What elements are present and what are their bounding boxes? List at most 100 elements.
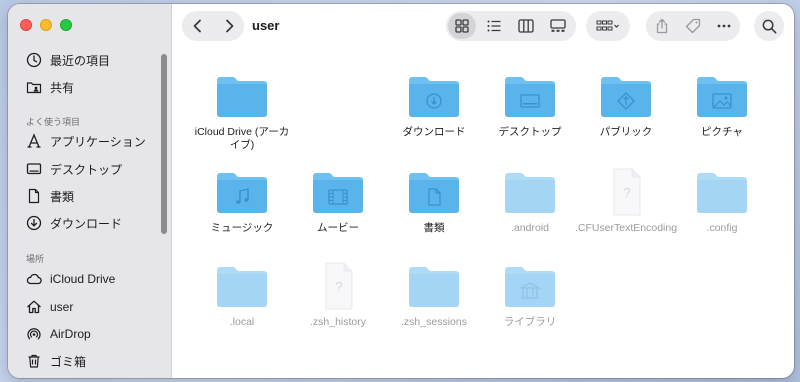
list-view-button[interactable] [478, 11, 510, 41]
folder-icon [308, 166, 368, 218]
file-grid: iCloud Drive (アーカイブ) ダウンロード デスクトップ パブリック… [172, 48, 794, 378]
folder-item[interactable]: iCloud Drive (アーカイブ) [194, 70, 290, 152]
folder-item[interactable]: ムービー [290, 166, 386, 235]
folder-icon [692, 70, 752, 122]
sidebar-item-shared[interactable]: 共有 [26, 76, 162, 98]
folder-item[interactable]: .local [194, 260, 290, 329]
group-icon [596, 20, 619, 31]
item-label: パブリック [599, 126, 653, 138]
shared-folder-icon [26, 82, 42, 94]
folder-icon [500, 70, 560, 122]
chevron-right-icon [225, 19, 233, 33]
folder-icon [500, 260, 560, 312]
ellipsis-icon [717, 24, 730, 28]
more-button[interactable] [708, 11, 739, 41]
folder-item[interactable]: ライブラリ [482, 260, 578, 329]
item-label: 書類 [423, 222, 445, 234]
folder-icon [404, 70, 464, 122]
item-label: ムービー [317, 222, 359, 234]
sidebar: 最近の項目 共有 よく使う項目 アプリケーション デスクトップ 書類 ダウンロー… [8, 4, 172, 378]
sidebar-item-label: iCloud Drive [50, 272, 116, 286]
item-label: デスクトップ [498, 126, 562, 138]
sidebar-item-applications[interactable]: アプリケーション [26, 130, 162, 152]
item-label: .zsh_history [309, 316, 367, 328]
sidebar-item-label: ダウンロード [50, 216, 123, 231]
sidebar-item-user[interactable]: user [26, 296, 162, 318]
action-buttons [646, 11, 740, 41]
tag-icon [685, 18, 700, 34]
share-button[interactable] [646, 11, 677, 41]
columns-icon [518, 19, 534, 33]
folder-item[interactable]: ピクチャ [674, 70, 770, 139]
file-icon: ? [596, 166, 656, 218]
sidebar-item-label: ゴミ箱 [50, 354, 87, 369]
home-icon [27, 300, 41, 314]
sidebar-item-icloud-drive[interactable]: iCloud Drive [26, 268, 162, 290]
list-icon [487, 20, 501, 32]
folder-item[interactable]: デスクトップ [482, 70, 578, 139]
sidebar-item-documents[interactable]: 書類 [26, 185, 162, 207]
item-label: .local [229, 316, 255, 328]
sidebar-item-recents[interactable]: 最近の項目 [26, 49, 162, 71]
grid-icon [455, 19, 469, 33]
sidebar-item-label: AirDrop [50, 327, 91, 341]
forward-button[interactable] [213, 11, 244, 41]
icon-view-button[interactable] [448, 13, 476, 39]
folder-item[interactable]: ミュージック [194, 166, 290, 235]
search-icon [762, 19, 776, 33]
navigation-buttons [182, 11, 244, 41]
airdrop-icon [27, 328, 41, 340]
back-button[interactable] [182, 11, 213, 41]
favorites-header: よく使う項目 [26, 117, 81, 127]
desktop-icon [26, 163, 42, 175]
folder-item[interactable]: .config [674, 166, 770, 235]
folder-icon [404, 260, 464, 312]
item-label: .zsh_sessions [401, 316, 467, 328]
group-menu-button[interactable] [586, 11, 630, 41]
item-label: ライブラリ [503, 316, 557, 328]
folder-icon [404, 166, 464, 218]
column-view-button[interactable] [510, 11, 542, 41]
zoom-button[interactable] [60, 19, 72, 31]
document-icon [28, 188, 40, 204]
view-mode-selector [446, 11, 576, 41]
file-item[interactable]: ? .zsh_history [290, 260, 386, 329]
folder-icon [212, 166, 272, 218]
folder-icon [692, 166, 752, 218]
folder-item[interactable]: .android [482, 166, 578, 235]
window-title: user [252, 18, 280, 33]
sidebar-item-label: 共有 [50, 80, 75, 95]
search-button[interactable] [754, 11, 784, 41]
download-icon [26, 215, 42, 231]
folder-item[interactable]: パブリック [578, 70, 674, 139]
sidebar-item-airdrop[interactable]: AirDrop [26, 323, 162, 345]
item-label: iCloud Drive (アーカイブ) [194, 126, 290, 151]
sidebar-item-desktop[interactable]: デスクトップ [26, 158, 162, 180]
item-label: ピクチャ [701, 126, 743, 138]
sidebar-item-downloads[interactable]: ダウンロード [26, 212, 162, 234]
tag-button[interactable] [677, 11, 708, 41]
item-label: .config [706, 222, 738, 234]
gallery-view-button[interactable] [542, 11, 574, 41]
folder-item[interactable]: ダウンロード [386, 70, 482, 139]
clock-icon [26, 52, 42, 68]
item-label: .CFUserTextEncoding [574, 222, 678, 234]
group-button[interactable] [586, 11, 630, 41]
close-button[interactable] [20, 19, 32, 31]
file-item[interactable]: ? .CFUserTextEncoding [575, 166, 677, 235]
cloud-icon [26, 273, 42, 285]
finder-window: 最近の項目 共有 よく使う項目 アプリケーション デスクトップ 書類 ダウンロー… [8, 4, 794, 378]
minimize-button[interactable] [40, 19, 52, 31]
applications-icon [27, 133, 41, 148]
item-label: ダウンロード [402, 126, 466, 138]
file-icon: ? [308, 260, 368, 312]
folder-item[interactable]: 書類 [386, 166, 482, 235]
share-icon [656, 18, 667, 34]
item-label: ミュージック [210, 222, 274, 234]
sidebar-item-label: アプリケーション [50, 134, 146, 149]
folder-icon [596, 70, 656, 122]
folder-icon [212, 260, 272, 312]
folder-icon [212, 70, 272, 122]
sidebar-item-trash[interactable]: ゴミ箱 [26, 350, 162, 372]
folder-item[interactable]: .zsh_sessions [386, 260, 482, 329]
